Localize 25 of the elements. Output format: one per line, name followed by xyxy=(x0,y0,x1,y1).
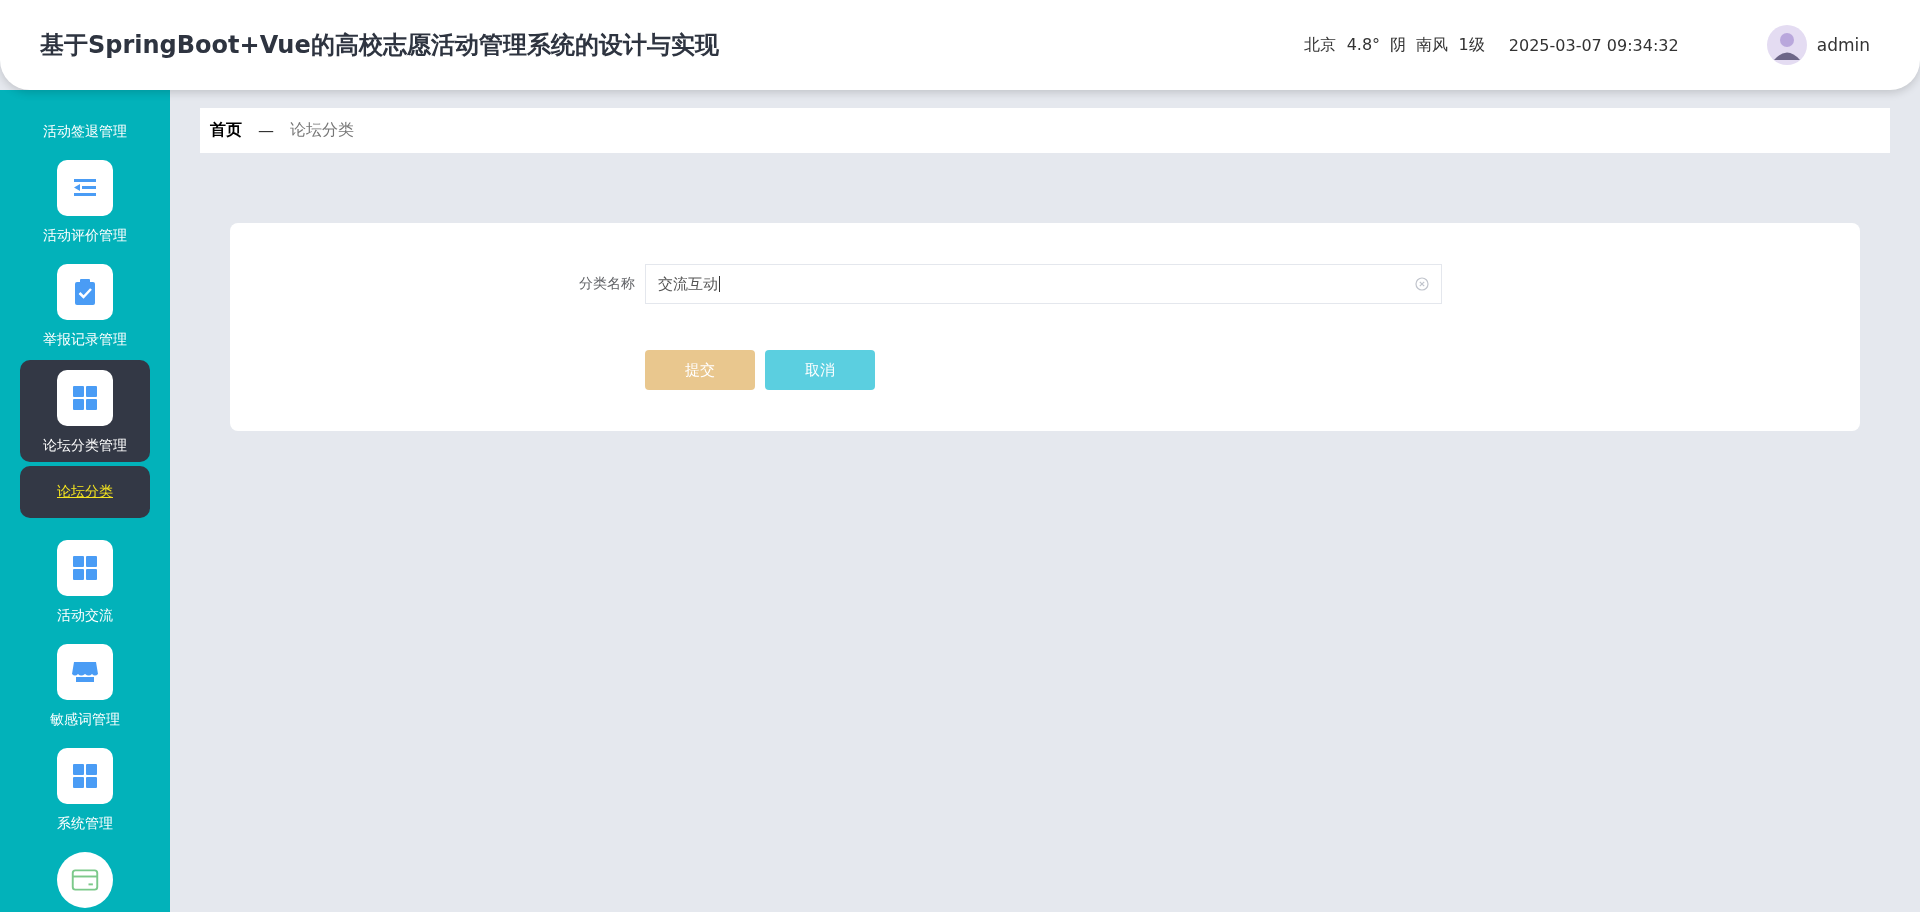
sidebar-item[interactable]: 敏感词管理 xyxy=(20,636,150,736)
breadcrumb-item: 论坛分类 xyxy=(290,120,354,141)
avatar-icon[interactable] xyxy=(1766,25,1807,65)
sidebar-item[interactable]: 活动签退管理 xyxy=(20,114,150,148)
cancel-button[interactable]: 取消 xyxy=(765,350,875,390)
card-icon xyxy=(71,866,99,894)
sidebar-item[interactable]: 活动交流 xyxy=(20,532,150,632)
grid-icon xyxy=(71,762,99,790)
submit-button[interactable]: 提交 xyxy=(645,350,755,390)
sidebar-item-active[interactable]: 论坛分类管理 xyxy=(20,360,150,462)
input-field[interactable]: 交流互动 xyxy=(645,264,1442,304)
sidebar-item[interactable]: 系统管理 xyxy=(20,740,150,840)
clear-icon[interactable] xyxy=(1415,277,1429,291)
username-text[interactable]: admin xyxy=(1816,35,1870,55)
breadcrumb-separator: — xyxy=(258,121,274,140)
app-title: 基于SpringBoot+Vue的高校志愿活动管理系统的设计与实现 xyxy=(40,30,720,61)
sidebar-item[interactable]: 举报记录管理 xyxy=(20,256,150,356)
datetime-text: 2025-03-07 09:34:32 xyxy=(1508,35,1679,55)
breadcrumb-item[interactable]: 首页 xyxy=(210,120,242,141)
sidebar-item[interactable]: 活动评价管理 xyxy=(20,152,150,252)
grid-icon xyxy=(71,384,99,412)
weather-text: 北京 4.8° 阴 南风 1级 xyxy=(1304,34,1485,56)
field-label: 分类名称 xyxy=(578,275,636,293)
grid-icon xyxy=(71,554,99,582)
submenu-item[interactable]: 论坛分类 xyxy=(20,466,150,518)
